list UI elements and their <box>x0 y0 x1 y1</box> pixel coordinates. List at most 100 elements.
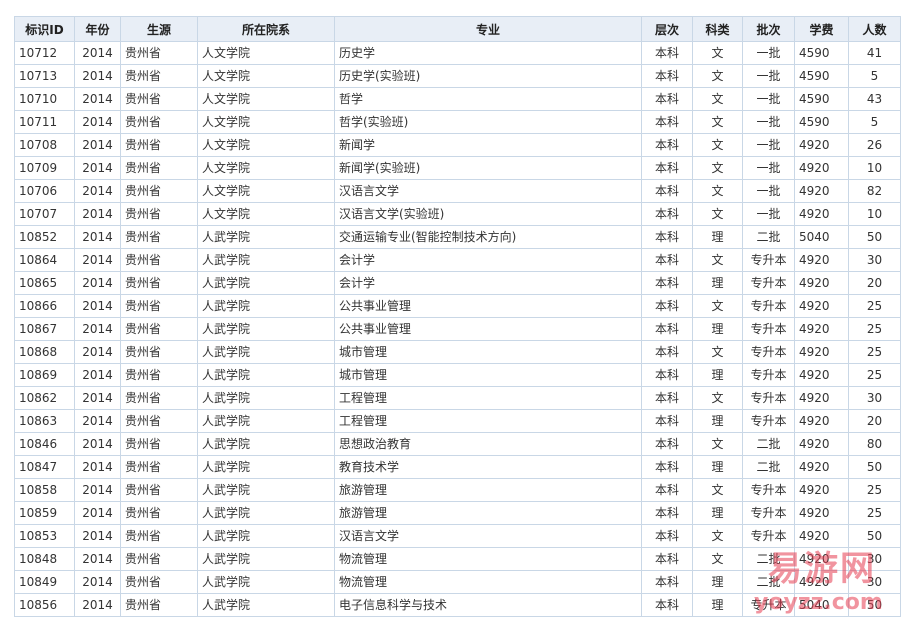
cell-year: 2014 <box>74 409 121 433</box>
cell-count: 25 <box>848 478 901 502</box>
cell-id: 10859 <box>14 501 75 525</box>
cell-year: 2014 <box>74 524 121 548</box>
cell-origin: 贵州省 <box>120 294 198 318</box>
table-row: 10865 2014 贵州省 人武学院 会计学 本科理专升本 4920 20 <box>14 271 901 295</box>
cell-category: 文 <box>692 64 743 88</box>
cell-category: 文 <box>692 110 743 134</box>
cell-id: 10856 <box>14 593 75 617</box>
cell-count: 41 <box>848 41 901 65</box>
cell-level: 本科 <box>641 202 693 226</box>
cell-level: 本科 <box>641 478 693 502</box>
cell-year: 2014 <box>74 41 121 65</box>
cell-origin: 贵州省 <box>120 64 198 88</box>
cell-count: 26 <box>848 133 901 157</box>
cell-tuition: 4920 <box>794 432 849 456</box>
cell-batch: 专升本 <box>742 524 795 548</box>
cell-year: 2014 <box>74 225 121 249</box>
cell-count: 5 <box>848 64 901 88</box>
table-row: 10867 2014 贵州省 人武学院 公共事业管理 本科理专升本 4920 25 <box>14 317 901 341</box>
cell-count: 80 <box>848 432 901 456</box>
cell-year: 2014 <box>74 87 121 111</box>
cell-level: 本科 <box>641 64 693 88</box>
cell-category: 文 <box>692 179 743 203</box>
cell-tuition: 4920 <box>794 317 849 341</box>
cell-origin: 贵州省 <box>120 409 198 433</box>
cell-origin: 贵州省 <box>120 87 198 111</box>
cell-origin: 贵州省 <box>120 363 198 387</box>
cell-major: 历史学 <box>334 41 642 65</box>
cell-year: 2014 <box>74 363 121 387</box>
cell-id: 10863 <box>14 409 75 433</box>
table-row: 10710 2014 贵州省 人文学院 哲学 本科文一批 4590 43 <box>14 87 901 111</box>
admission-table: 标识ID 年份 生源 所在院系 专业 层次 科类 批次 学费 人数 10712 2014 贵州省 人文学… <box>14 16 901 617</box>
cell-batch: 二批 <box>742 432 795 456</box>
cell-count: 25 <box>848 363 901 387</box>
cell-major: 旅游管理 <box>334 478 642 502</box>
header-major: 专业 <box>334 16 642 42</box>
cell-origin: 贵州省 <box>120 524 198 548</box>
cell-batch: 一批 <box>742 133 795 157</box>
cell-year: 2014 <box>74 386 121 410</box>
cell-major: 历史学(实验班) <box>334 64 642 88</box>
cell-tuition: 4920 <box>794 340 849 364</box>
table-row: 10869 2014 贵州省 人武学院 城市管理 本科理专升本 4920 25 <box>14 363 901 387</box>
cell-department: 人武学院 <box>197 386 335 410</box>
cell-id: 10868 <box>14 340 75 364</box>
cell-category: 文 <box>692 87 743 111</box>
cell-category: 理 <box>692 271 743 295</box>
cell-tuition: 4920 <box>794 409 849 433</box>
cell-category: 理 <box>692 455 743 479</box>
table-row: 10708 2014 贵州省 人文学院 新闻学 本科文一批 4920 26 <box>14 133 901 157</box>
cell-level: 本科 <box>641 340 693 364</box>
cell-origin: 贵州省 <box>120 225 198 249</box>
header-year: 年份 <box>74 16 121 42</box>
cell-year: 2014 <box>74 202 121 226</box>
table-row: 10856 2014 贵州省 人武学院 电子信息科学与技术 本科理专升本 5040 50 <box>14 593 901 617</box>
cell-count: 30 <box>848 386 901 410</box>
cell-category: 文 <box>692 248 743 272</box>
cell-level: 本科 <box>641 156 693 180</box>
cell-major: 新闻学(实验班) <box>334 156 642 180</box>
header-id: 标识ID <box>14 16 75 42</box>
cell-origin: 贵州省 <box>120 570 198 594</box>
table-row: 10849 2014 贵州省 人武学院 物流管理 本科理二批 4920 30 <box>14 570 901 594</box>
cell-level: 本科 <box>641 225 693 249</box>
cell-count: 25 <box>848 317 901 341</box>
cell-batch: 一批 <box>742 41 795 65</box>
cell-tuition: 4920 <box>794 524 849 548</box>
cell-id: 10864 <box>14 248 75 272</box>
cell-category: 理 <box>692 409 743 433</box>
cell-year: 2014 <box>74 432 121 456</box>
cell-level: 本科 <box>641 570 693 594</box>
cell-origin: 贵州省 <box>120 248 198 272</box>
cell-tuition: 5040 <box>794 225 849 249</box>
cell-origin: 贵州省 <box>120 501 198 525</box>
table-row: 10859 2014 贵州省 人武学院 旅游管理 本科理专升本 4920 25 <box>14 501 901 525</box>
cell-year: 2014 <box>74 133 121 157</box>
cell-tuition: 4920 <box>794 179 849 203</box>
header-level: 层次 <box>641 16 693 42</box>
cell-id: 10867 <box>14 317 75 341</box>
table-row: 10863 2014 贵州省 人武学院 工程管理 本科理专升本 4920 20 <box>14 409 901 433</box>
cell-origin: 贵州省 <box>120 432 198 456</box>
cell-batch: 专升本 <box>742 409 795 433</box>
table-row: 10852 2014 贵州省 人武学院 交通运输专业(智能控制技术方向) 本科理二批 504… <box>14 225 901 249</box>
cell-year: 2014 <box>74 593 121 617</box>
cell-major: 会计学 <box>334 271 642 295</box>
cell-level: 本科 <box>641 363 693 387</box>
cell-origin: 贵州省 <box>120 202 198 226</box>
cell-level: 本科 <box>641 179 693 203</box>
cell-origin: 贵州省 <box>120 110 198 134</box>
cell-year: 2014 <box>74 156 121 180</box>
cell-major: 汉语言文学 <box>334 179 642 203</box>
cell-major: 公共事业管理 <box>334 294 642 318</box>
cell-tuition: 4920 <box>794 386 849 410</box>
cell-year: 2014 <box>74 317 121 341</box>
cell-count: 10 <box>848 156 901 180</box>
header-tuition: 学费 <box>794 16 849 42</box>
cell-tuition: 4920 <box>794 501 849 525</box>
cell-id: 10848 <box>14 547 75 571</box>
cell-batch: 专升本 <box>742 271 795 295</box>
cell-level: 本科 <box>641 386 693 410</box>
cell-batch: 专升本 <box>742 501 795 525</box>
